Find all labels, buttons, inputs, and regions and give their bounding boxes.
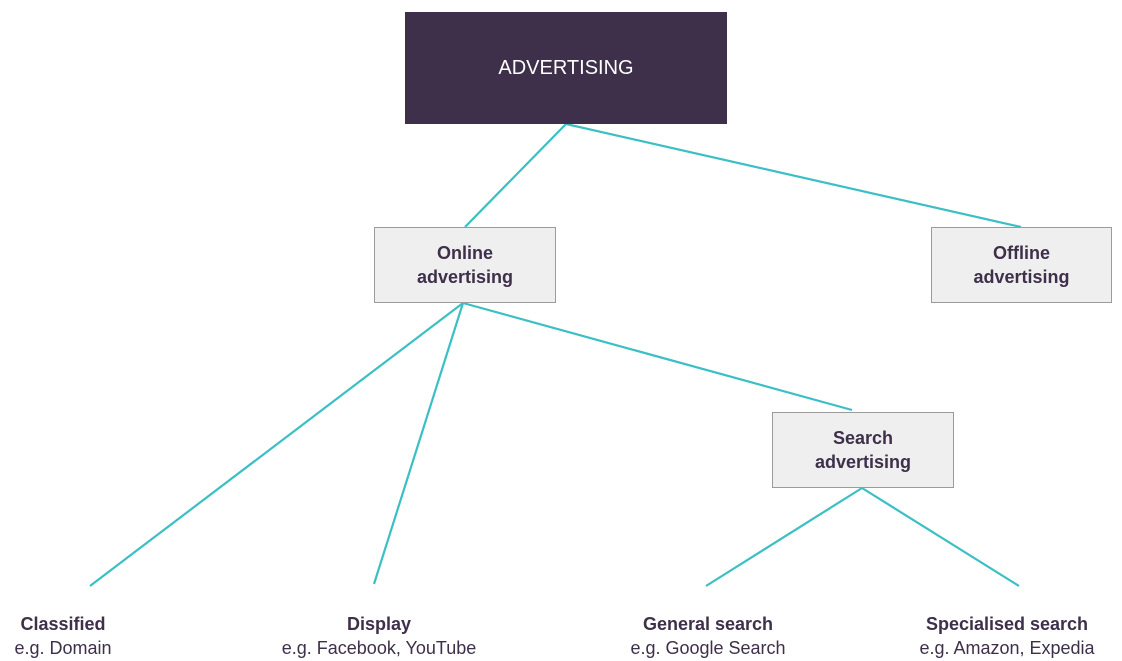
connector-online-search xyxy=(462,301,853,412)
leaf-specialised-search: Specialised search e.g. Amazon, Expedia xyxy=(890,612,1122,660)
leaf-example: e.g. Facebook, YouTube xyxy=(281,638,477,658)
search-advertising-label: Search advertising xyxy=(814,428,912,472)
leaf-example: e.g. Google Search xyxy=(630,638,786,658)
connector-search-general xyxy=(705,487,863,587)
leaf-title: Specialised search xyxy=(925,614,1089,634)
offline-advertising-node: Offline advertising xyxy=(931,227,1112,303)
leaf-example: e.g. Domain xyxy=(14,638,112,658)
connector-online-classified xyxy=(89,302,464,587)
root-label: ADVERTISING xyxy=(498,56,634,79)
connector-root-offline xyxy=(565,122,1022,229)
connector-search-specialised xyxy=(861,487,1020,587)
leaf-classified: Classified e.g. Domain xyxy=(0,612,126,660)
leaf-title: Classified xyxy=(20,614,106,634)
leaf-title: Display xyxy=(346,614,412,634)
root-node: ADVERTISING xyxy=(405,12,727,124)
leaf-title: General search xyxy=(642,614,774,634)
online-advertising-node: Online advertising xyxy=(374,227,556,303)
search-advertising-node: Search advertising xyxy=(772,412,954,488)
connector-online-display xyxy=(372,302,465,585)
connector-root-online xyxy=(464,123,567,228)
leaf-display: Display e.g. Facebook, YouTube xyxy=(246,612,512,660)
online-advertising-label: Online advertising xyxy=(416,243,514,287)
leaf-example: e.g. Amazon, Expedia xyxy=(919,638,1095,658)
leaf-general-search: General search e.g. Google Search xyxy=(596,612,820,660)
offline-advertising-label: Offline advertising xyxy=(973,243,1070,287)
